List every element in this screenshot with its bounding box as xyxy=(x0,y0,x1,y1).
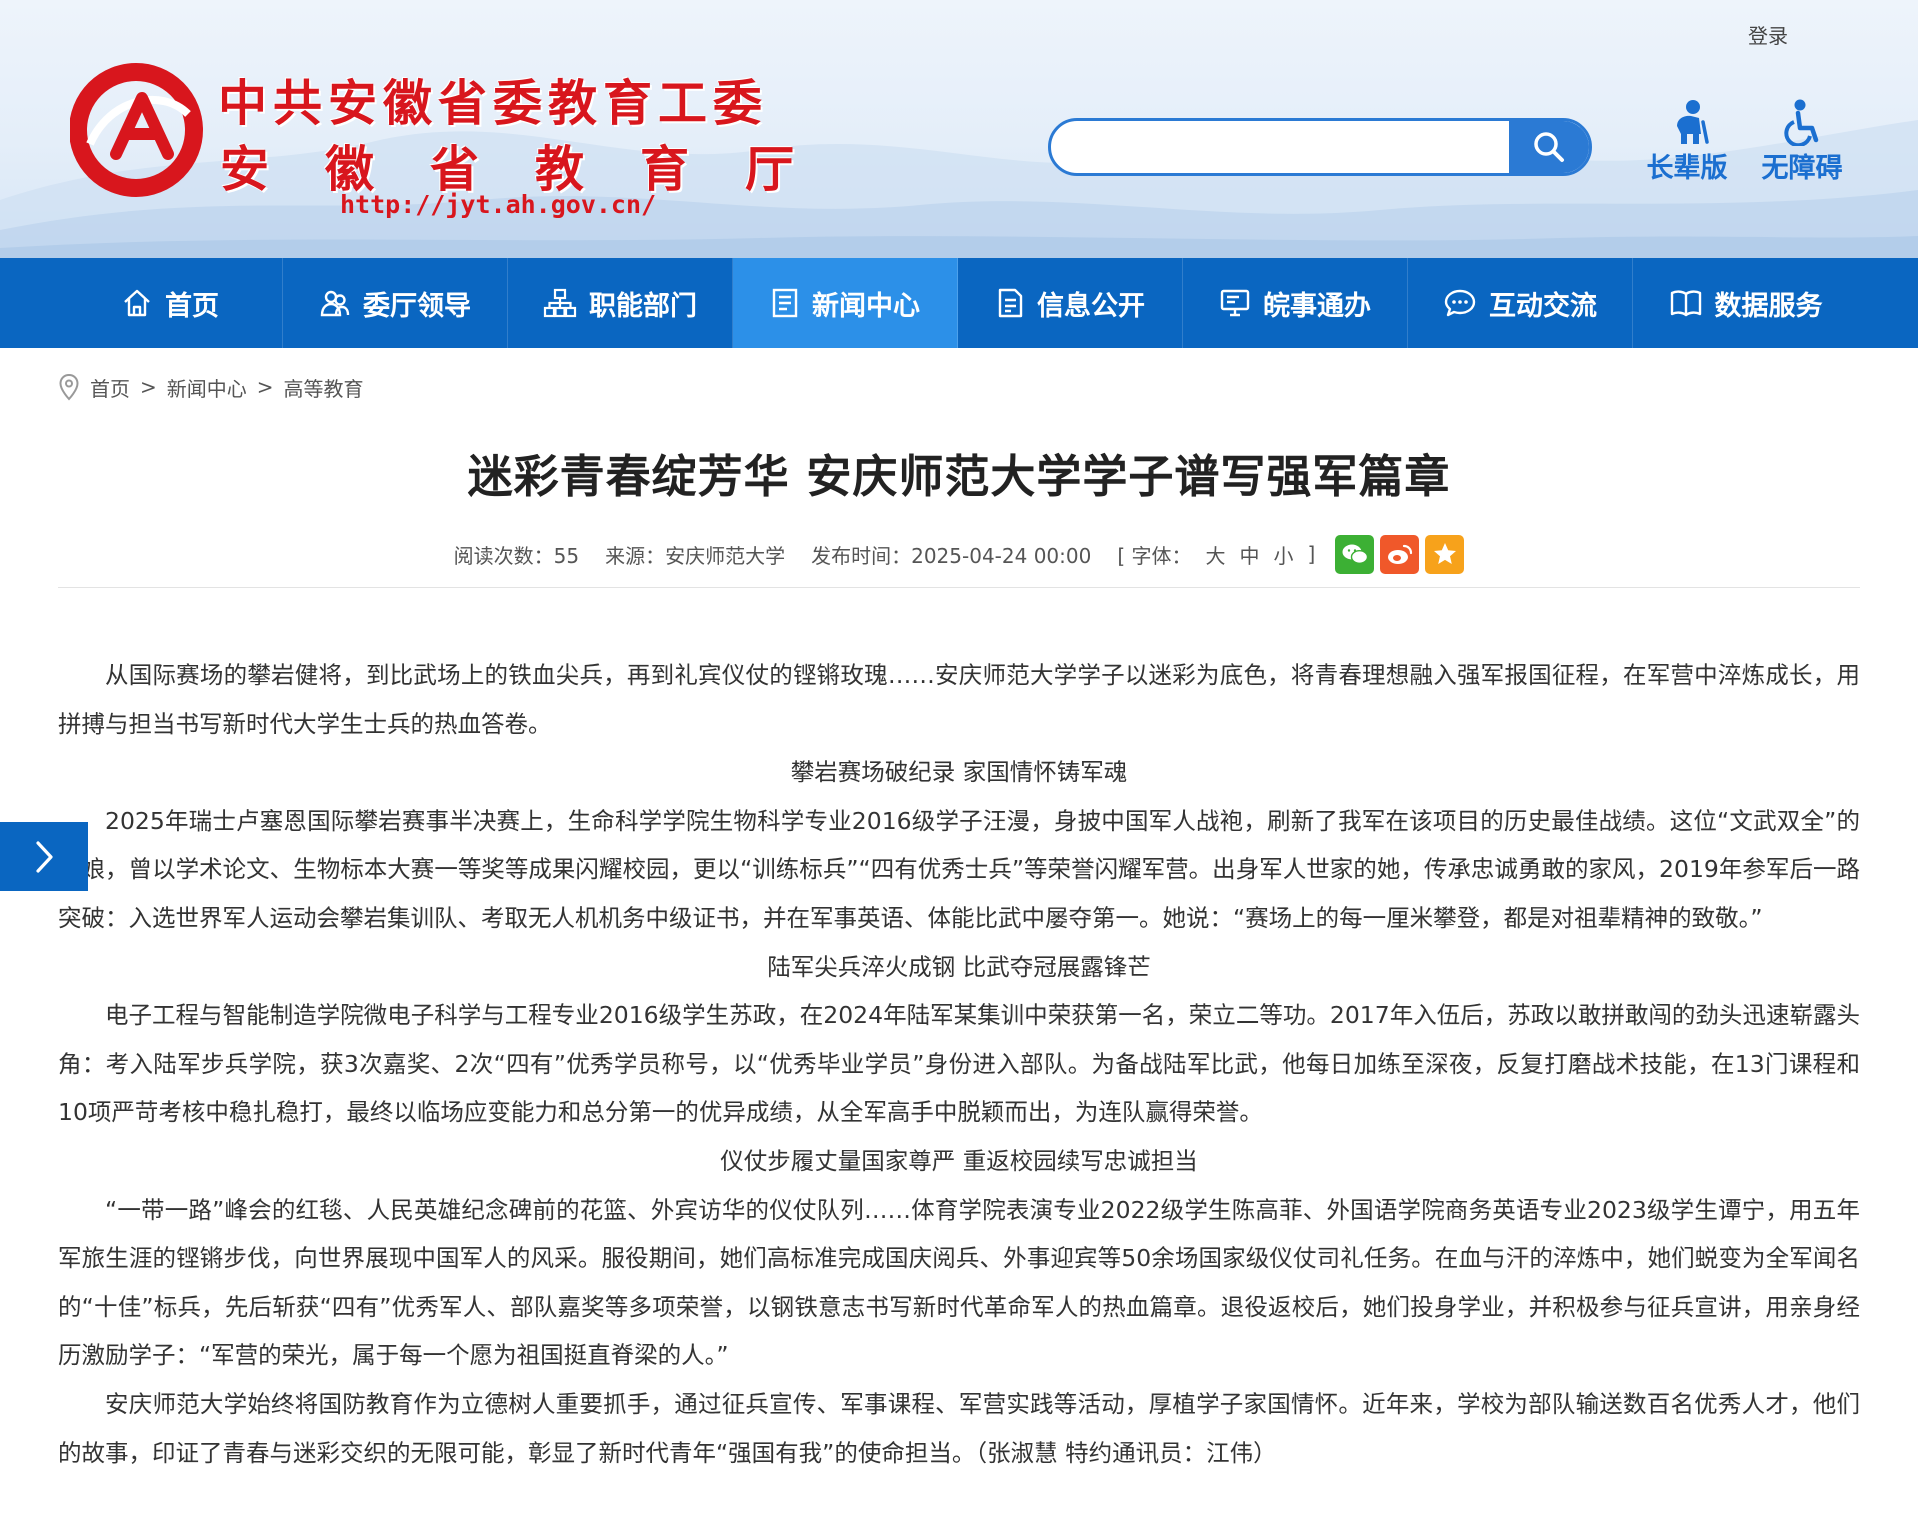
nav-item-label: 职能部门 xyxy=(589,290,697,322)
nav-item-label: 新闻中心 xyxy=(812,290,920,322)
nav-item-label: 互动交流 xyxy=(1489,290,1597,322)
nav-item-news[interactable]: 新闻中心 xyxy=(733,258,958,348)
home-icon xyxy=(124,289,150,317)
article-paragraph: “一带一路”峰会的红毯、人民英雄纪念碑前的花篮、外宾访华的仪仗队列……体育学院表… xyxy=(58,1195,1860,1370)
font-size-large[interactable]: 大 xyxy=(1206,540,1226,569)
wheelchair-icon xyxy=(1784,99,1819,146)
site-header: 登录 中共安徽省委教育工委 安徽省教育厅 http://jyt.ah.gov.c… xyxy=(0,0,1918,258)
article-paragraph: 电子工程与智能制造学院微电子科学与工程专业2016级学生苏政，在2024年陆军某… xyxy=(58,1001,1860,1127)
views-info: 阅读次数：55 xyxy=(453,543,580,568)
source-info: 来源：安庆师范大学 xyxy=(605,543,786,568)
publish-date: 2025-04-24 00:00 xyxy=(911,543,1092,568)
article-meta: 阅读次数：55 来源：安庆师范大学 发布时间：2025-04-24 00:00 … xyxy=(58,534,1860,574)
nav-item-services[interactable]: 皖事通办 xyxy=(1183,258,1408,348)
nav-item-data-services[interactable]: 数据服务 xyxy=(1633,258,1858,348)
site-url: http://jyt.ah.gov.cn/ xyxy=(340,190,657,219)
side-panel-toggle[interactable] xyxy=(0,822,88,891)
nav-item-label: 数据服务 xyxy=(1714,290,1823,322)
chevron-right-icon xyxy=(36,840,53,873)
share-wechat-button[interactable] xyxy=(1335,534,1375,574)
font-size-medium[interactable]: 中 xyxy=(1240,540,1260,569)
elder-mode-label: 长辈版 xyxy=(1646,153,1728,184)
share-buttons xyxy=(1335,534,1465,574)
elder-icon xyxy=(1677,100,1709,144)
share-weibo-button[interactable] xyxy=(1380,534,1420,574)
breadcrumb-higher-education[interactable]: 高等教育 xyxy=(284,373,364,402)
location-pin-icon xyxy=(59,373,79,401)
weibo-icon xyxy=(1387,544,1412,564)
article-paragraph: 2025年瑞士卢塞恩国际攀岩赛事半决赛上，生命科学学院生物科学专业2016级学子… xyxy=(58,806,1860,932)
font-size-small[interactable]: 小 xyxy=(1274,540,1294,569)
nav-item-label: 首页 xyxy=(165,290,219,322)
nav-item-info-disclosure[interactable]: 信息公开 xyxy=(958,258,1183,348)
nav-item-departments[interactable]: 职能部门 xyxy=(508,258,733,348)
nav-item-label: 皖事通办 xyxy=(1263,290,1371,322)
article-title: 迷彩青春绽芳华 安庆师范大学学子谱写强军篇章 xyxy=(467,450,1451,503)
article-paragraph: 安庆师范大学始终将国防教育作为立德树人重要抓手，通过征兵宣传、军事课程、军营实践… xyxy=(58,1389,1860,1467)
news-icon xyxy=(772,288,798,318)
org-name-line1: 中共安徽省委教育工委 xyxy=(218,75,769,132)
nav-item-label: 信息公开 xyxy=(1037,290,1145,322)
leaders-icon xyxy=(320,290,350,317)
document-icon xyxy=(998,288,1023,318)
site-logo[interactable]: 中共安徽省委教育工委 安徽省教育厅 http://jyt.ah.gov.cn/ xyxy=(70,58,794,233)
nav-item-label: 委厅领导 xyxy=(363,290,471,322)
nav-item-home[interactable]: 首页 xyxy=(58,258,283,348)
article-body: 从国际赛场的攀岩健将，到比武场上的铁血尖兵，再到礼宾仪仗的铿锵玫瑰……安庆师范大… xyxy=(58,651,1860,1477)
section-heading: 仪仗步履丈量国家尊严 重返校园续写忠诚担当 xyxy=(720,1146,1198,1175)
logo-emblem-icon xyxy=(70,63,203,197)
login-link[interactable]: 登录 xyxy=(1748,20,1788,49)
publish-info: 发布时间：2025-04-24 00:00 xyxy=(811,543,1092,568)
main-nav: 首页 委厅领导 职能部门 新闻中心 信息公开 皖事通办 互动交流 数据服务 xyxy=(0,258,1918,348)
search-input[interactable] xyxy=(1051,121,1511,173)
section-heading: 陆军尖兵淬火成钢 比武夺冠展露锋芒 xyxy=(767,952,1151,981)
breadcrumb-separator: > xyxy=(140,375,157,399)
nav-item-leaders[interactable]: 委厅领导 xyxy=(283,258,508,348)
font-size-control: [ 字体： 大 中 小 ] xyxy=(1117,540,1315,569)
breadcrumb-news[interactable]: 新闻中心 xyxy=(167,373,247,402)
star-icon xyxy=(1433,543,1456,564)
wechat-icon xyxy=(1342,544,1369,565)
favorite-button[interactable] xyxy=(1425,534,1465,574)
org-chart-icon xyxy=(543,288,577,318)
search-box xyxy=(1048,118,1592,176)
monitor-icon xyxy=(1220,289,1250,317)
nav-item-interaction[interactable]: 互动交流 xyxy=(1408,258,1633,348)
divider xyxy=(58,587,1860,588)
accessibility-button[interactable]: 无障碍 xyxy=(1752,98,1852,185)
source-name: 安庆师范大学 xyxy=(665,543,786,568)
search-icon xyxy=(1534,132,1564,162)
breadcrumb-home[interactable]: 首页 xyxy=(90,373,130,402)
breadcrumb: 首页 > 新闻中心 > 高等教育 xyxy=(58,370,364,404)
breadcrumb-separator: > xyxy=(256,375,274,399)
book-icon xyxy=(1670,290,1701,317)
article-paragraph: 从国际赛场的攀岩健将，到比武场上的铁血尖兵，再到礼宾仪仗的铿锵玫瑰……安庆师范大… xyxy=(58,661,1860,738)
chat-icon xyxy=(1444,289,1476,317)
search-button[interactable] xyxy=(1509,121,1589,173)
section-heading: 攀岩赛场破纪录 家国情怀铸军魂 xyxy=(790,758,1128,787)
elder-mode-button[interactable]: 长辈版 xyxy=(1637,98,1737,185)
view-count: 55 xyxy=(553,543,580,568)
accessibility-label: 无障碍 xyxy=(1761,153,1843,184)
